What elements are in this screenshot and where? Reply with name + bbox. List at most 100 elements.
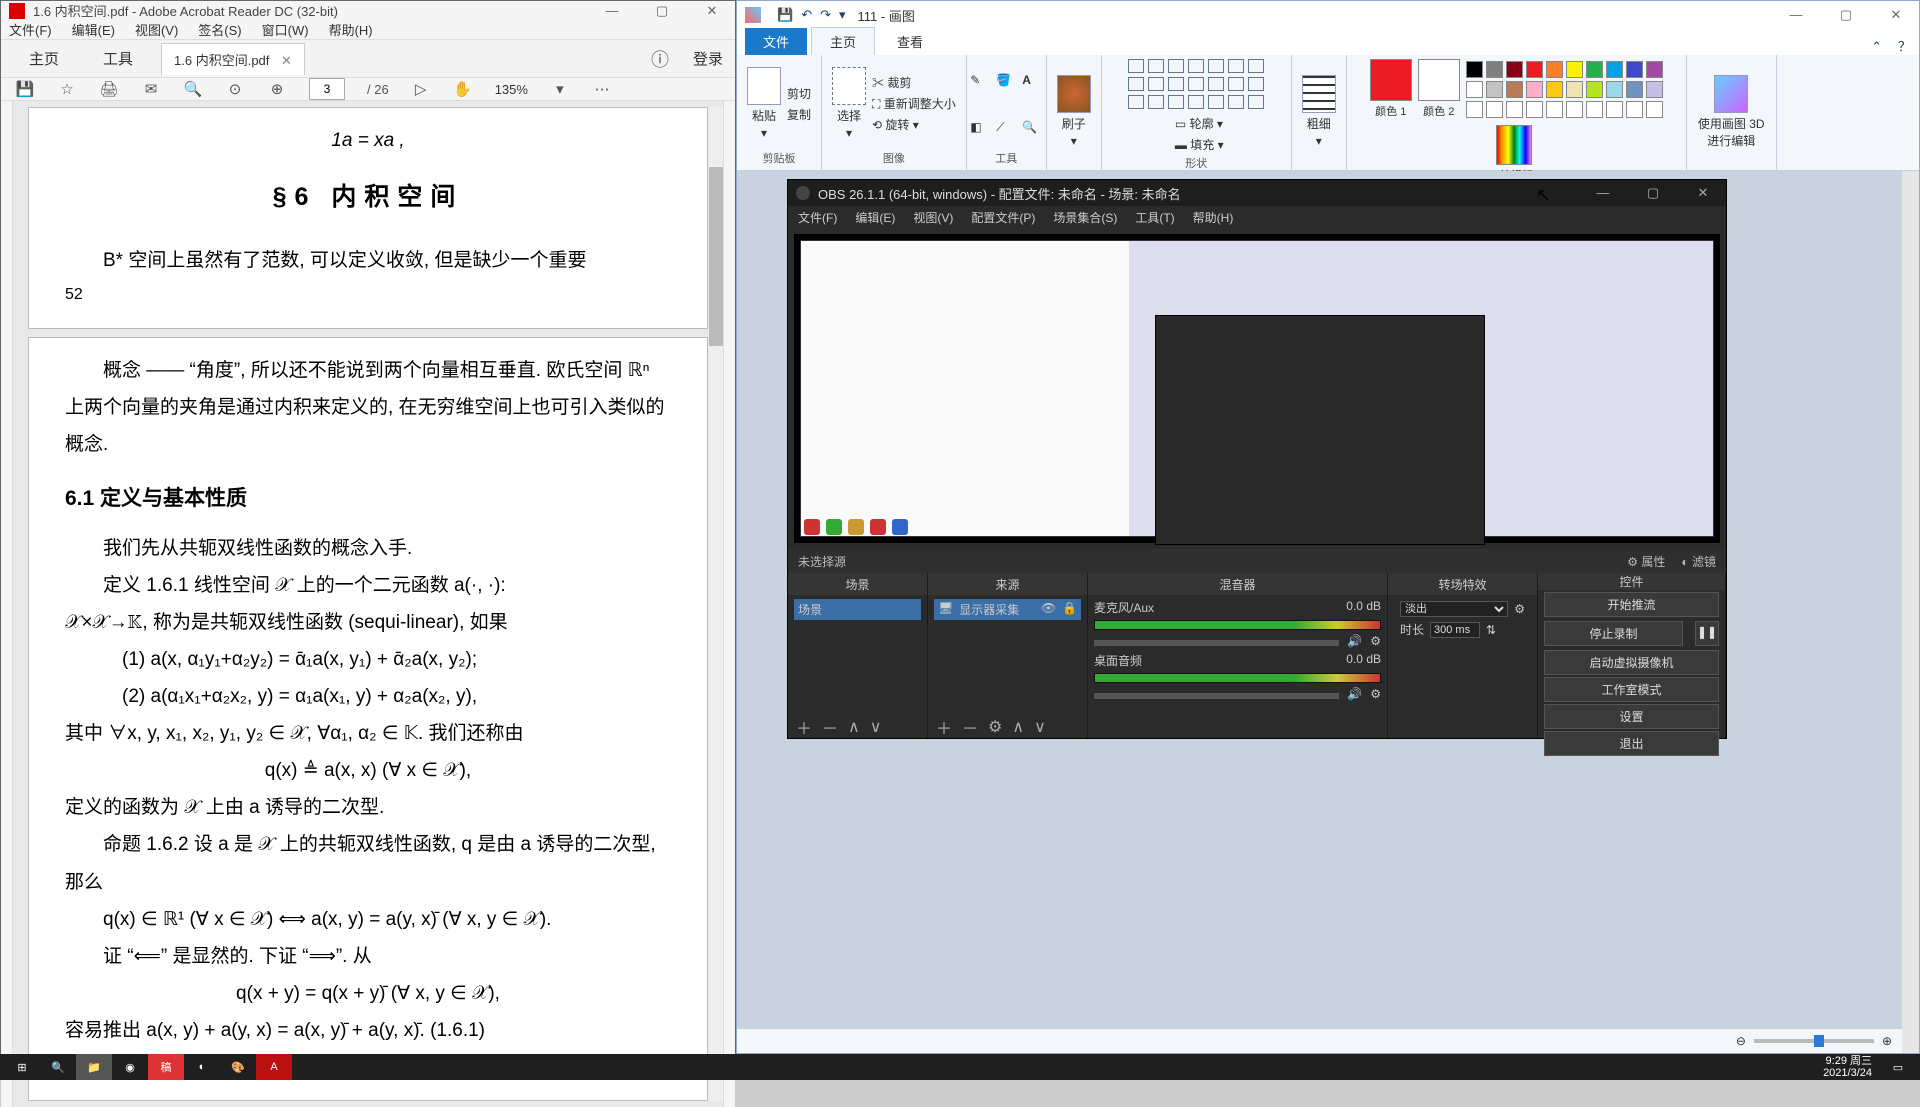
zoom-in-icon[interactable]: ⊕ xyxy=(1882,1034,1892,1048)
obs-preview[interactable] xyxy=(794,234,1720,543)
palette-color[interactable] xyxy=(1466,101,1483,118)
palette-color[interactable] xyxy=(1566,81,1583,98)
page-up-icon[interactable]: ⊙ xyxy=(225,79,245,99)
canvas-scroll-v[interactable] xyxy=(1902,171,1919,1053)
scene-item[interactable]: 场景 xyxy=(794,599,921,620)
page-number-input[interactable] xyxy=(309,78,345,100)
eraser-tool-icon[interactable]: ◧ xyxy=(970,120,990,134)
obs-menu-profile[interactable]: 配置文件(P) xyxy=(971,209,1035,226)
palette-color[interactable] xyxy=(1606,81,1623,98)
save-icon[interactable]: 💾 xyxy=(15,79,35,99)
resize-button[interactable]: ⛶ 重新调整大小 xyxy=(872,95,956,112)
studio-mode-button[interactable]: 工作室模式 xyxy=(1544,677,1719,702)
explorer-icon[interactable]: 📁 xyxy=(76,1054,112,1080)
palette-color[interactable] xyxy=(1626,81,1643,98)
maximize-icon[interactable]: ▢ xyxy=(647,3,677,19)
ribbon-help-icon[interactable]: ？ xyxy=(1898,36,1911,55)
remove-icon[interactable]: － xyxy=(822,715,838,739)
select-button[interactable]: 选择▾ xyxy=(832,67,866,140)
ribbon-tab-view[interactable]: 查看 xyxy=(879,28,941,55)
acrobat-taskbar-icon[interactable]: A xyxy=(256,1054,292,1080)
print-icon[interactable]: 🖨 xyxy=(99,79,119,99)
filters-button[interactable]: ◐ 滤镜 xyxy=(1681,553,1716,570)
star-icon[interactable]: ☆ xyxy=(57,79,77,99)
gear-icon[interactable]: ⚙ xyxy=(988,717,1002,737)
hand-tool-icon[interactable]: ✋ xyxy=(453,79,473,99)
palette-color[interactable] xyxy=(1646,101,1663,118)
eye-icon[interactable]: 👁 xyxy=(1041,601,1056,618)
outline-button[interactable]: ▭ 轮廓 ▾ xyxy=(1175,115,1224,132)
obs-menu-scenecoll[interactable]: 场景集合(S) xyxy=(1053,209,1117,226)
speaker-icon[interactable]: 🔊 xyxy=(1347,634,1362,652)
ribbon-tab-home[interactable]: 主页 xyxy=(811,27,875,55)
menu-window[interactable]: 窗口(W) xyxy=(262,20,309,39)
picker-tool-icon[interactable]: ⟋ xyxy=(996,120,1016,135)
text-tool-icon[interactable]: A xyxy=(1022,73,1042,87)
cut-button[interactable]: 剪切 xyxy=(787,85,811,102)
remove-icon[interactable]: － xyxy=(962,715,978,739)
up-icon[interactable]: ∧ xyxy=(1012,717,1024,737)
start-button[interactable]: ⊞ xyxy=(4,1054,40,1080)
left-pane-toggle[interactable] xyxy=(1,101,13,1107)
palette-color[interactable] xyxy=(1506,81,1523,98)
qat-save-icon[interactable]: 💾 xyxy=(777,7,793,23)
zoom-slider[interactable] xyxy=(1754,1039,1874,1043)
login-button[interactable]: 登录 xyxy=(693,48,723,69)
zoom-level[interactable]: 135% xyxy=(495,82,528,97)
properties-button[interactable]: ⚙ 属性 xyxy=(1627,553,1665,570)
copy-button[interactable]: 复制 xyxy=(787,106,811,123)
tab-close-icon[interactable]: ✕ xyxy=(281,53,292,68)
palette-color[interactable] xyxy=(1586,81,1603,98)
gear-icon[interactable]: ⚙ xyxy=(1370,687,1381,705)
down-icon[interactable]: ∨ xyxy=(1034,717,1046,737)
edit-colors-icon[interactable] xyxy=(1496,125,1532,165)
palette-color[interactable] xyxy=(1506,61,1523,78)
obs-menu-view[interactable]: 视图(V) xyxy=(913,209,953,226)
select-tool-icon[interactable]: ▷ xyxy=(411,79,431,99)
color2-swatch[interactable] xyxy=(1418,59,1460,101)
palette-color[interactable] xyxy=(1626,101,1643,118)
close-icon[interactable]: ✕ xyxy=(697,3,727,19)
palette-color[interactable] xyxy=(1606,101,1623,118)
zoom-knob[interactable] xyxy=(1814,1035,1824,1047)
minimize-icon[interactable]: — xyxy=(1588,185,1618,201)
color1-swatch[interactable] xyxy=(1370,59,1412,101)
menu-view[interactable]: 视图(V) xyxy=(135,20,178,39)
scrollbar-thumb[interactable] xyxy=(709,167,723,346)
rotate-button[interactable]: ⟲ 旋转 ▾ xyxy=(872,116,956,133)
palette-color[interactable] xyxy=(1546,61,1563,78)
palette-color[interactable] xyxy=(1646,81,1663,98)
minimize-icon[interactable]: — xyxy=(1781,7,1811,23)
minimize-icon[interactable]: — xyxy=(597,3,627,19)
palette-color[interactable] xyxy=(1586,61,1603,78)
notification-icon[interactable]: ▭ xyxy=(1880,1054,1916,1080)
crop-button[interactable]: ✂ 裁剪 xyxy=(872,74,956,91)
acrobat-titlebar[interactable]: 1.6 内积空间.pdf - Adobe Acrobat Reader DC (… xyxy=(1,1,735,20)
palette-color[interactable] xyxy=(1646,61,1663,78)
magnifier-tool-icon[interactable]: 🔍 xyxy=(1022,120,1042,134)
transition-select[interactable]: 淡出 xyxy=(1400,601,1508,617)
palette-color[interactable] xyxy=(1526,61,1543,78)
fill-tool-icon[interactable]: 🪣 xyxy=(996,73,1016,87)
paste-button[interactable]: 粘贴▾ xyxy=(747,67,781,140)
add-icon[interactable]: ＋ xyxy=(936,715,952,739)
chrome-icon[interactable]: ◉ xyxy=(112,1054,148,1080)
menu-file[interactable]: 文件(F) xyxy=(9,20,52,39)
palette-color[interactable] xyxy=(1586,101,1603,118)
brush-button[interactable]: 刷子▾ xyxy=(1057,75,1091,148)
pencil-tool-icon[interactable]: ✎ xyxy=(970,73,990,87)
system-clock[interactable]: 9:29 周三 2021/3/24 xyxy=(1823,1055,1880,1079)
qat-undo-icon[interactable]: ↶ xyxy=(801,7,812,23)
maximize-icon[interactable]: ▢ xyxy=(1638,185,1668,201)
app-red-icon[interactable]: 稿 xyxy=(148,1054,184,1080)
palette-color[interactable] xyxy=(1486,81,1503,98)
palette-color[interactable] xyxy=(1466,61,1483,78)
size-button[interactable]: 粗细▾ xyxy=(1302,75,1336,148)
chevron-down-icon[interactable]: ▾ xyxy=(550,79,570,99)
obs-menu-edit[interactable]: 编辑(E) xyxy=(855,209,895,226)
palette-color[interactable] xyxy=(1546,81,1563,98)
tab-home[interactable]: 主页 xyxy=(13,40,75,77)
qat-redo-icon[interactable]: ↷ xyxy=(820,7,831,23)
paint-taskbar-icon[interactable]: 🎨 xyxy=(220,1054,256,1080)
help-icon[interactable]: ⓘ xyxy=(651,46,669,72)
